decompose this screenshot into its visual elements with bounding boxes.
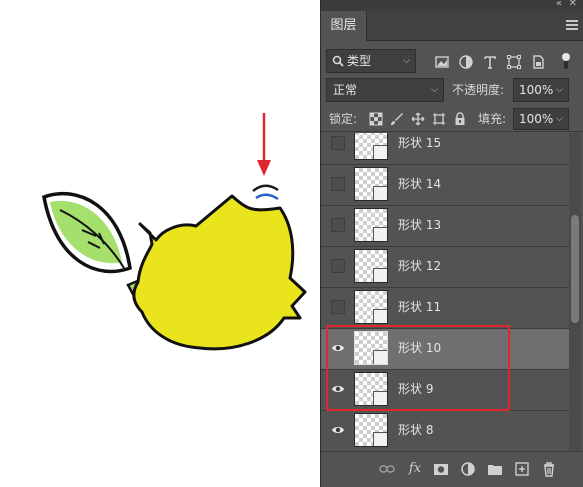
visibility-toggle[interactable] (331, 300, 345, 314)
layer-name[interactable]: 形状 15 (398, 133, 441, 163)
panel-footer: fx (321, 451, 583, 487)
layer-name[interactable]: 形状 11 (398, 288, 441, 327)
adjustment-filter-icon[interactable] (458, 54, 474, 70)
layer-filter-dropdown[interactable]: 类型 ⌵ (326, 49, 416, 73)
lock-position-icon[interactable] (411, 112, 425, 126)
layers-panel: « ✕ 图层 类型 ⌵ 正常 ⌵ 不透明度: 100% ⌵ 锁定: 填充: 10… (320, 0, 583, 487)
lock-label: 锁定: (329, 112, 358, 126)
layer-thumbnail (354, 249, 388, 283)
adjustment-layer-icon[interactable] (460, 461, 476, 477)
red-arrow-icon (257, 113, 271, 176)
layer-thumbnail (354, 290, 388, 324)
document-canvas[interactable] (0, 0, 320, 487)
layer-list-scrollbar[interactable] (569, 133, 581, 451)
fill-field[interactable]: 100% ⌵ (513, 108, 569, 130)
layer-thumbnail (354, 167, 388, 201)
leaf-shape (42, 192, 132, 274)
collapse-panel-icon[interactable]: « (556, 0, 562, 9)
shape-layer-icon (373, 432, 387, 446)
blend-mode-value: 正常 (333, 83, 358, 97)
chevron-down-icon: ⌵ (556, 114, 563, 124)
opacity-field[interactable]: 100% ⌵ (513, 78, 569, 102)
layer-name[interactable]: 形状 14 (398, 165, 441, 204)
filter-toggle-icon[interactable] (561, 52, 571, 70)
blend-mode-dropdown[interactable]: 正常 ⌵ (326, 78, 444, 102)
panel-tab-bar: 图层 (321, 11, 583, 41)
shape-filter-icon[interactable] (506, 54, 522, 70)
scrollbar-thumb[interactable] (571, 215, 579, 323)
chevron-down-icon: ⌵ (556, 85, 563, 95)
filter-label: 类型 (347, 54, 372, 68)
eyebrow-shape (252, 184, 279, 201)
layer-mask-icon[interactable] (433, 461, 449, 477)
artwork (42, 113, 307, 351)
panel-top-strip: « ✕ (321, 0, 583, 11)
smart-object-filter-icon[interactable] (530, 54, 546, 70)
new-layer-icon[interactable] (514, 461, 530, 477)
visibility-toggle[interactable] (331, 218, 345, 232)
visibility-toggle[interactable] (331, 259, 345, 273)
chevron-down-icon: ⌵ (431, 85, 438, 95)
lock-transparent-pixels-icon[interactable] (369, 112, 383, 126)
layer-thumbnail (354, 133, 388, 160)
lock-all-icon[interactable] (453, 112, 467, 126)
eye-icon[interactable] (331, 423, 345, 437)
shape-layer-icon (373, 268, 387, 282)
artboard-lock-icon[interactable] (432, 112, 446, 126)
search-icon (332, 55, 344, 67)
shape-layer-icon (373, 145, 387, 159)
fx-icon[interactable]: fx (407, 461, 423, 477)
highlight-box (326, 325, 510, 411)
visibility-toggle[interactable] (331, 136, 345, 150)
lock-row: 锁定: 填充: 100% ⌵ (321, 108, 583, 132)
fill-value: 100% (519, 112, 554, 126)
layer-row[interactable]: 形状 12 (321, 247, 569, 288)
layer-name[interactable]: 形状 12 (398, 247, 441, 286)
shape-layer-icon (373, 309, 387, 323)
layer-row[interactable]: 形状 13 (321, 206, 569, 247)
opacity-value: 100% (519, 83, 554, 97)
layer-row[interactable]: 形状 8 (321, 411, 569, 451)
type-filter-icon[interactable] (482, 54, 498, 70)
link-layers-icon[interactable] (379, 461, 395, 477)
layer-row[interactable]: 形状 11 (321, 288, 569, 329)
blend-row: 正常 ⌵ 不透明度: 100% ⌵ (321, 78, 583, 104)
visibility-toggle[interactable] (331, 177, 345, 191)
panel-menu-icon[interactable] (566, 20, 578, 32)
delete-icon[interactable] (541, 461, 557, 477)
layer-row[interactable]: 形状 15 (321, 133, 569, 165)
layer-thumbnail (354, 413, 388, 447)
image-filter-icon[interactable] (434, 54, 450, 70)
shape-layer-icon (373, 227, 387, 241)
chevron-down-icon: ⌵ (403, 56, 410, 66)
layer-name[interactable]: 形状 13 (398, 206, 441, 245)
lemon-body-shape (132, 194, 307, 351)
fill-label: 填充: (478, 112, 507, 126)
new-group-icon[interactable] (487, 461, 503, 477)
layer-thumbnail (354, 208, 388, 242)
close-panel-icon[interactable]: ✕ (569, 0, 577, 9)
layer-row[interactable]: 形状 14 (321, 165, 569, 206)
lock-image-pixels-icon[interactable] (390, 112, 404, 126)
shape-layer-icon (373, 186, 387, 200)
layer-name[interactable]: 形状 8 (398, 411, 433, 450)
opacity-label: 不透明度: (452, 83, 505, 97)
tab-layers[interactable]: 图层 (321, 11, 367, 41)
filter-row: 类型 ⌵ (321, 47, 583, 75)
